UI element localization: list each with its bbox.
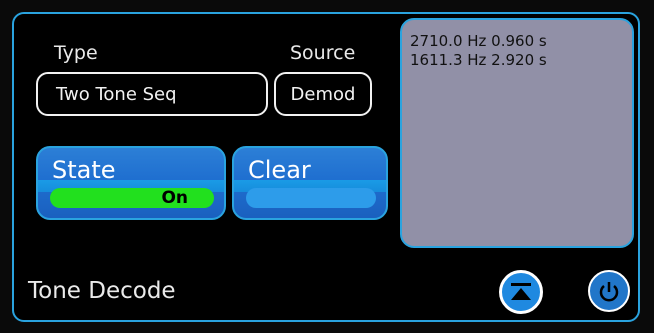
clear-indicator: [246, 188, 376, 208]
power-button[interactable]: [588, 270, 630, 312]
type-value: Two Tone Seq: [56, 83, 177, 105]
page-title: Tone Decode: [28, 278, 176, 304]
state-indicator: On: [50, 188, 214, 208]
eject-button[interactable]: [499, 270, 543, 314]
type-label: Type: [54, 42, 98, 64]
source-label: Source: [290, 42, 356, 64]
result-line: 1611.3 Hz 2.920 s: [410, 51, 547, 69]
state-status: On: [161, 188, 188, 208]
state-button[interactable]: State On: [36, 146, 226, 220]
source-value: Demod: [290, 83, 356, 105]
source-field[interactable]: Demod: [274, 72, 372, 116]
power-icon: [599, 282, 619, 302]
results-display: 2710.0 Hz 0.960 s 1611.3 Hz 2.920 s: [400, 18, 634, 248]
result-line: 2710.0 Hz 0.960 s: [410, 32, 547, 50]
clear-button-label: Clear: [248, 156, 311, 184]
eject-icon: [511, 283, 531, 300]
state-button-label: State: [52, 156, 116, 184]
type-field[interactable]: Two Tone Seq: [36, 72, 268, 116]
clear-button[interactable]: Clear: [232, 146, 388, 220]
